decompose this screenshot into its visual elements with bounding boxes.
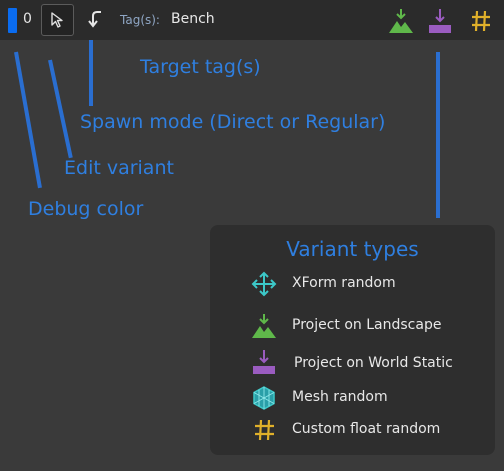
debug-color-callout-line [14, 51, 42, 189]
edit-variant-button[interactable] [41, 4, 74, 36]
spawn-mode-icon[interactable] [86, 9, 106, 29]
spawn-mode-callout-line [89, 40, 93, 106]
target-tags-callout: Target tag(s) [140, 56, 261, 78]
world-static-icon[interactable] [427, 8, 453, 34]
variant-toolbar: 0 Tag(s): Bench [0, 0, 504, 40]
xform-icon [251, 271, 277, 297]
cursor-icon [51, 12, 63, 28]
variant-types-panel: Variant types XForm random Project on La… [210, 225, 495, 455]
tags-label: Tag(s): [120, 13, 160, 27]
debug-index: 0 [23, 11, 32, 27]
legend-label-xform: XForm random [292, 275, 396, 291]
world-static-icon [253, 350, 275, 374]
tags-value[interactable]: Bench [171, 11, 215, 27]
edit-variant-callout-line [48, 59, 73, 159]
legend-label-world-static: Project on World Static [294, 355, 453, 371]
hash-icon[interactable] [469, 8, 493, 34]
debug-color-swatch[interactable] [8, 8, 17, 33]
legend-label-float: Custom float random [292, 421, 441, 437]
legend-label-mesh: Mesh random [292, 389, 388, 405]
panel-title: Variant types [286, 237, 419, 261]
landscape-icon[interactable] [388, 8, 414, 34]
debug-color-callout: Debug color [28, 198, 144, 220]
variant-types-callout-line [436, 52, 440, 218]
spawn-mode-callout: Spawn mode (Direct or Regular) [80, 111, 386, 133]
legend-label-landscape: Project on Landscape [292, 317, 442, 333]
mesh-icon [253, 386, 275, 410]
hash-icon [255, 419, 274, 441]
landscape-icon [252, 314, 276, 338]
edit-variant-callout: Edit variant [64, 157, 174, 179]
